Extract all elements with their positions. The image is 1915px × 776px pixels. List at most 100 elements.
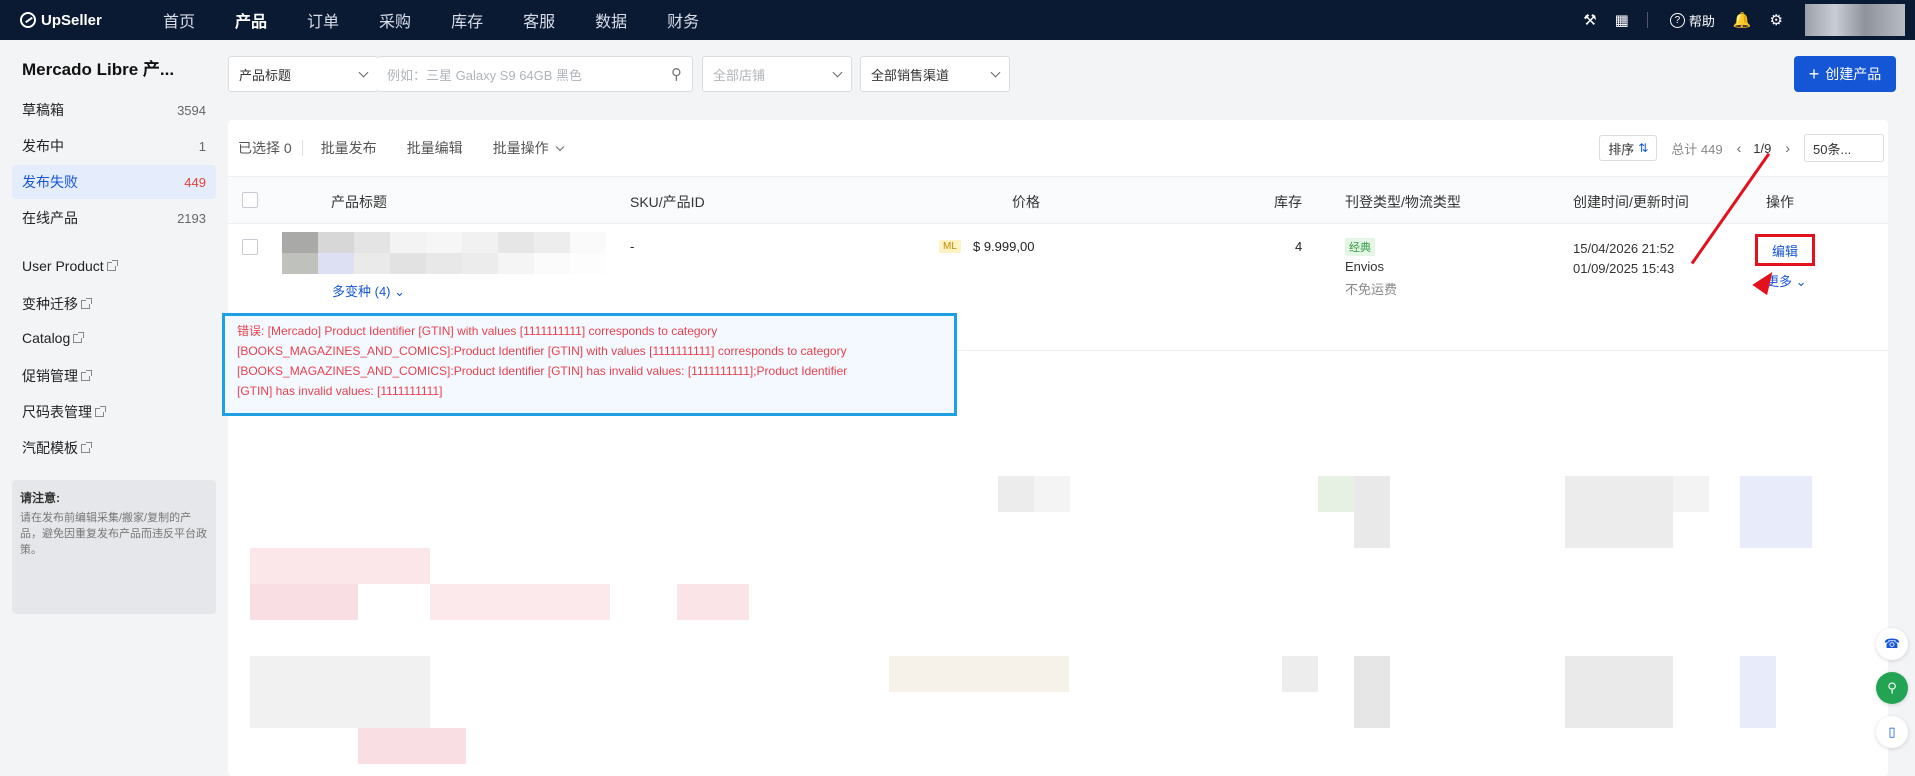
sidebar-item-count: 3594 bbox=[177, 102, 206, 118]
table-row: 多变种 (4) ⌄ - ML $ 9.999,00 4 经典 Envios 不免… bbox=[228, 224, 1888, 314]
link-label: 尺码表管理 bbox=[22, 404, 92, 420]
sidebar: Mercado Libre 产... 草稿箱 3594 发布中 1 发布失败 4… bbox=[0, 40, 216, 776]
table-toolbar: 已选择 0 批量发布 批量编辑 批量操作 排序 ⇅ 总计 449 ‹ 1/9 ›… bbox=[228, 120, 1888, 176]
select-all-checkbox[interactable] bbox=[242, 192, 258, 208]
edit-button[interactable]: 编辑 bbox=[1755, 234, 1815, 266]
error-message-box: 错误: [Mercado] Product Identifier [GTIN] … bbox=[222, 313, 957, 416]
variants-label: 多变种 (4) bbox=[332, 284, 391, 299]
batch-edit-button[interactable]: 批量编辑 bbox=[407, 138, 463, 158]
sidebar-item-count: 449 bbox=[184, 174, 206, 190]
avatar[interactable] bbox=[1805, 4, 1905, 36]
chevron-down-icon: ⌄ bbox=[394, 284, 406, 299]
search-icon[interactable]: ⚲ bbox=[671, 65, 682, 83]
help-button[interactable]: ? 帮助 bbox=[1669, 11, 1715, 30]
sidebar-link-size-chart[interactable]: 尺码表管理 bbox=[22, 402, 106, 422]
sidebar-link-promotions[interactable]: 促销管理 bbox=[22, 366, 92, 386]
create-product-button[interactable]: + 创建产品 bbox=[1794, 56, 1896, 92]
header-sku: SKU/产品ID bbox=[630, 194, 705, 210]
nav-purchase[interactable]: 采购 bbox=[379, 8, 411, 32]
channel-select[interactable]: 全部销售渠道 bbox=[860, 56, 1010, 92]
sort-button[interactable]: 排序 ⇅ bbox=[1599, 135, 1658, 161]
logo-text: UpSeller bbox=[41, 11, 102, 29]
chevron-right-icon[interactable]: › bbox=[1785, 140, 1790, 156]
header-stock: 库存 bbox=[1274, 194, 1302, 210]
gear-icon[interactable]: ⚙ bbox=[1770, 11, 1783, 29]
chat-icon[interactable]: ⚲ bbox=[1876, 672, 1908, 704]
sidebar-item-drafts[interactable]: 草稿箱 3594 bbox=[12, 93, 216, 127]
sort-label: 排序 bbox=[1608, 141, 1635, 157]
logo-icon bbox=[20, 12, 36, 28]
external-link-icon bbox=[81, 369, 92, 381]
shipping-fee: 不免运费 bbox=[1345, 282, 1398, 297]
nav-home[interactable]: 首页 bbox=[163, 8, 195, 32]
product-table-card: 已选择 0 批量发布 批量编辑 批量操作 排序 ⇅ 总计 449 ‹ 1/9 ›… bbox=[228, 120, 1888, 776]
sidebar-title: Mercado Libre 产... bbox=[22, 60, 175, 79]
sidebar-link-user-product[interactable]: User Product bbox=[22, 258, 118, 274]
channel-select-value: 全部销售渠道 bbox=[871, 67, 950, 83]
chevron-down-icon bbox=[832, 67, 843, 78]
listing-type-badge: 经典 bbox=[1345, 238, 1375, 256]
price-value: $ 9.999,00 bbox=[973, 239, 1035, 254]
page-size-value: 50条... bbox=[1813, 141, 1852, 157]
batch-publish-button[interactable]: 批量发布 bbox=[321, 138, 377, 158]
search-input[interactable]: 例如：三星 Galaxy S9 64GB 黑色 ⚲ bbox=[377, 56, 693, 92]
variants-link[interactable]: 多变种 (4) ⌄ bbox=[332, 281, 405, 300]
floating-tools: ☎ ⚲ ▯ bbox=[1876, 628, 1908, 760]
sidebar-link-catalog[interactable]: Catalog bbox=[22, 330, 85, 346]
link-label: User Product bbox=[22, 258, 104, 274]
field-select[interactable]: 产品标题 bbox=[228, 56, 378, 92]
error-line: [GTIN] has invalid values: [1111111111] bbox=[237, 384, 443, 398]
nav-data[interactable]: 数据 bbox=[595, 8, 627, 32]
dates-cell: 15/04/2026 21:52 01/09/2025 15:43 bbox=[1573, 239, 1674, 279]
phone-icon[interactable]: ▯ bbox=[1876, 716, 1908, 748]
nav-customer-service[interactable]: 客服 bbox=[523, 8, 555, 32]
nav-products[interactable]: 产品 bbox=[235, 8, 267, 32]
updated-time: 01/09/2025 15:43 bbox=[1573, 261, 1675, 276]
header-price: 价格 bbox=[1012, 194, 1040, 210]
sidebar-item-failed[interactable]: 发布失败 449 bbox=[12, 165, 216, 199]
plus-icon: + bbox=[1808, 63, 1820, 84]
batch-ops-dropdown[interactable]: 批量操作 bbox=[492, 138, 564, 158]
nav-inventory[interactable]: 库存 bbox=[451, 8, 483, 32]
chevron-down-icon bbox=[358, 67, 369, 78]
product-thumbnail[interactable] bbox=[282, 232, 612, 274]
page-size-select[interactable]: 50条... bbox=[1804, 134, 1884, 162]
nav-finance[interactable]: 财务 bbox=[667, 8, 699, 32]
batch-ops-label: 批量操作 bbox=[492, 140, 549, 156]
headset-icon[interactable]: ☎ bbox=[1876, 628, 1908, 660]
sidebar-item-online[interactable]: 在线产品 2193 bbox=[12, 201, 216, 235]
pagination-area: 排序 ⇅ 总计 449 ‹ 1/9 › 50条... bbox=[1599, 120, 1888, 176]
external-link-icon bbox=[81, 297, 92, 309]
search-placeholder: 例如：三星 Galaxy S9 64GB 黑色 bbox=[387, 67, 583, 83]
wrench-icon[interactable]: ⚒ bbox=[1583, 11, 1596, 29]
create-product-label: 创建产品 bbox=[1825, 66, 1882, 82]
apps-icon[interactable]: ▦ bbox=[1615, 11, 1629, 29]
created-time: 15/04/2026 21:52 bbox=[1573, 241, 1675, 256]
upseller-logo[interactable]: UpSeller bbox=[20, 12, 125, 29]
sidebar-item-label: 草稿箱 bbox=[22, 102, 64, 118]
sidebar-link-auto-parts[interactable]: 汽配模板 bbox=[22, 438, 92, 458]
error-line: [BOOKS_MAGAZINES_AND_COMICS]:Product Ide… bbox=[237, 344, 847, 358]
sidebar-link-variant-migration[interactable]: 变种迁移 bbox=[22, 294, 92, 314]
chevron-left-icon[interactable]: ‹ bbox=[1737, 140, 1742, 156]
chevron-down-icon: ⌄ bbox=[1795, 274, 1807, 289]
help-icon: ? bbox=[1669, 12, 1685, 28]
sidebar-item-publishing[interactable]: 发布中 1 bbox=[12, 129, 216, 163]
link-label: 促销管理 bbox=[22, 368, 78, 384]
sidebar-item-count: 1 bbox=[198, 138, 206, 154]
top-navbar: UpSeller 首页 产品 订单 采购 库存 客服 数据 财务 ⚒ ▦ ? 帮… bbox=[0, 0, 1915, 40]
nav-orders[interactable]: 订单 bbox=[307, 8, 339, 32]
external-link-icon bbox=[81, 441, 92, 453]
store-select[interactable]: 全部店铺 bbox=[702, 56, 852, 92]
total-count: 总计 449 bbox=[1671, 141, 1723, 157]
top-right-tools: ⚒ ▦ ? 帮助 🔔 ⚙ bbox=[1565, 0, 1915, 40]
sidebar-item-label: 发布失败 bbox=[22, 174, 78, 190]
row-checkbox[interactable] bbox=[242, 239, 258, 255]
bell-icon[interactable]: 🔔 bbox=[1733, 11, 1752, 29]
header-actions: 操作 bbox=[1766, 194, 1794, 210]
error-line: [BOOKS_MAGAZINES_AND_COMICS]:Product Ide… bbox=[237, 364, 848, 378]
store-select-value: 全部店铺 bbox=[713, 67, 766, 83]
sku-value: - bbox=[630, 239, 635, 254]
external-link-icon bbox=[95, 405, 106, 417]
link-label: Catalog bbox=[22, 330, 71, 346]
